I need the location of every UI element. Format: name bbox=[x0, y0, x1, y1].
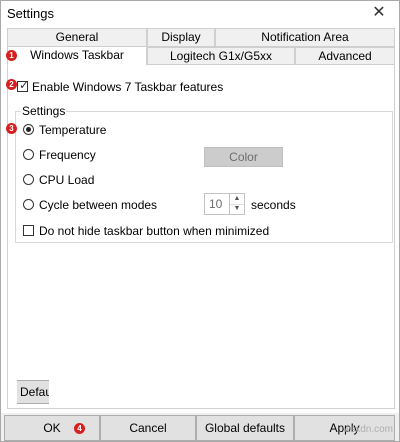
radio-cycle-modes[interactable] bbox=[23, 199, 34, 210]
close-icon[interactable]: ✕ bbox=[369, 3, 389, 23]
ok-button[interactable]: OK bbox=[4, 415, 100, 441]
spinner-arrows: ▲ ▼ bbox=[229, 194, 244, 214]
settings-window: Settings ✕ General Display Notification … bbox=[0, 0, 400, 442]
global-defaults-button[interactable]: Global defaults bbox=[196, 415, 294, 441]
no-hide-taskbar-label: Do not hide taskbar button when minimize… bbox=[39, 224, 270, 238]
title-bar: Settings ✕ bbox=[1, 1, 399, 28]
radio-selected-dot bbox=[26, 127, 31, 132]
no-hide-taskbar-checkbox[interactable] bbox=[23, 225, 34, 236]
tab-label: Notification Area bbox=[261, 30, 349, 44]
seconds-label: seconds bbox=[251, 198, 296, 212]
tab-notification-area[interactable]: Notification Area bbox=[215, 28, 395, 47]
radio-frequency-label: Frequency bbox=[39, 148, 96, 162]
ok-button-label: OK bbox=[43, 421, 61, 435]
default-button-clip: Default bbox=[17, 380, 49, 404]
settings-group-label: Settings bbox=[21, 104, 67, 118]
tab-label: Advanced bbox=[318, 49, 372, 63]
tab-logitech[interactable]: Logitech G1x/G5xx bbox=[147, 47, 295, 65]
watermark-text: wsxdn.com bbox=[342, 424, 393, 435]
step-badge-2: 2 bbox=[6, 79, 17, 90]
cycle-seconds-value: 10 bbox=[209, 197, 223, 211]
tab-display[interactable]: Display bbox=[147, 28, 215, 47]
tab-label: Logitech G1x/G5xx bbox=[169, 49, 273, 63]
tab-label: Windows Taskbar bbox=[30, 48, 124, 62]
radio-cpu-load-label: CPU Load bbox=[39, 173, 95, 187]
cancel-button[interactable]: Cancel bbox=[100, 415, 196, 441]
cycle-seconds-spinner[interactable]: 10 ▲ ▼ bbox=[204, 193, 245, 215]
radio-temperature[interactable] bbox=[23, 124, 34, 135]
window-title: Settings bbox=[7, 6, 54, 21]
enable-taskbar-checkbox[interactable]: ✓ bbox=[17, 78, 30, 92]
color-button[interactable]: Color bbox=[204, 147, 283, 167]
default-button-label: Default bbox=[19, 385, 49, 399]
tab-label: Display bbox=[161, 30, 201, 44]
spin-down-icon[interactable]: ▼ bbox=[230, 204, 244, 214]
tab-label: General bbox=[55, 30, 99, 44]
tab-windows-taskbar[interactable]: Windows Taskbar bbox=[7, 46, 147, 66]
step-badge-1: 1 bbox=[6, 50, 17, 61]
radio-temperature-label: Temperature bbox=[39, 123, 107, 137]
tab-advanced[interactable]: Advanced bbox=[295, 47, 395, 65]
default-button[interactable]: Default bbox=[17, 380, 49, 404]
step-badge-3: 3 bbox=[6, 123, 17, 134]
cancel-button-label: Cancel bbox=[129, 421, 167, 435]
radio-cycle-modes-label: Cycle between modes bbox=[39, 198, 158, 212]
radio-cpu-load[interactable] bbox=[23, 174, 34, 185]
enable-taskbar-label: Enable Windows 7 Taskbar features bbox=[32, 80, 224, 94]
check-icon: ✓ bbox=[19, 78, 30, 92]
step-badge-4: 4 bbox=[74, 423, 85, 434]
tab-general[interactable]: General bbox=[7, 28, 147, 47]
global-defaults-button-label: Global defaults bbox=[204, 421, 286, 435]
radio-frequency[interactable] bbox=[23, 149, 34, 160]
